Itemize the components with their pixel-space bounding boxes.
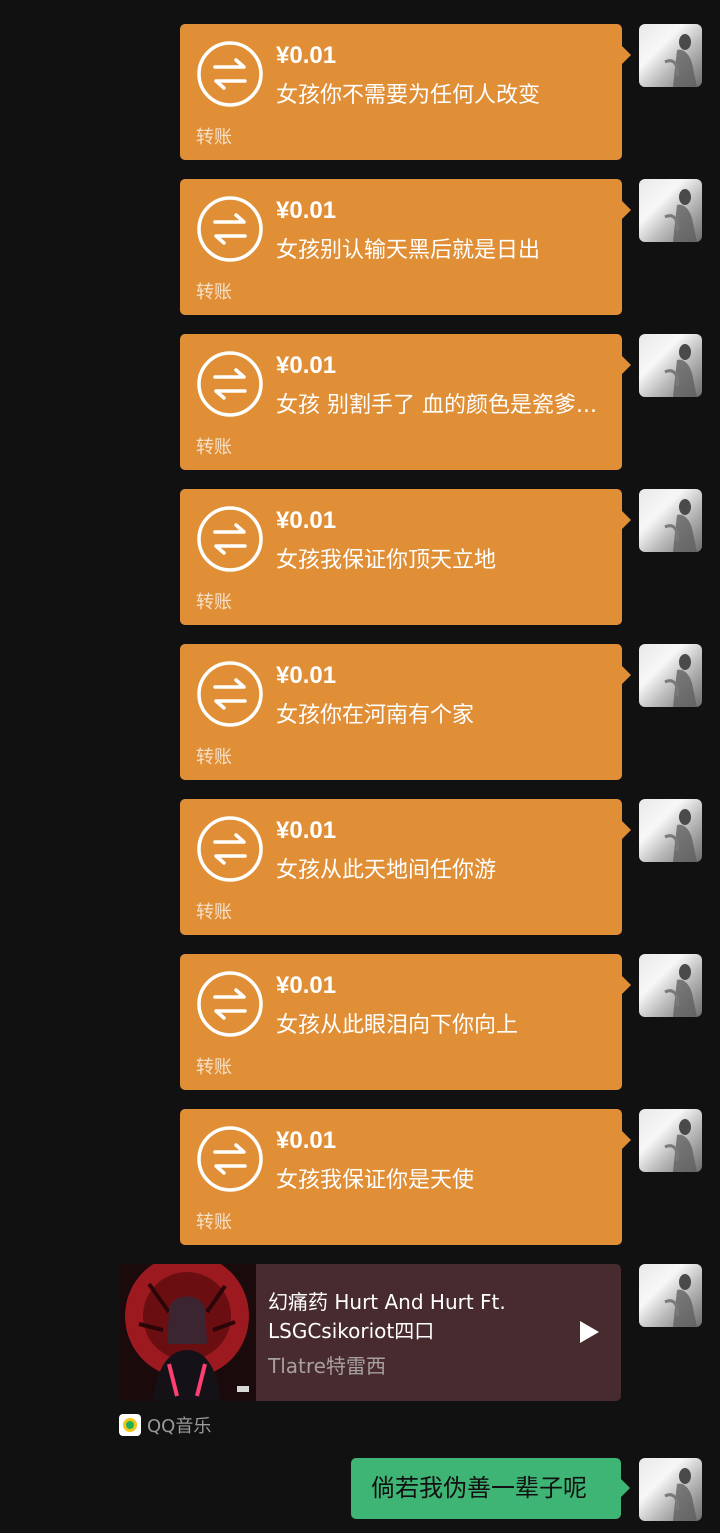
transfer-label: 转账 — [196, 747, 232, 768]
transfer-label: 转账 — [196, 592, 232, 613]
transfer-icon — [197, 351, 263, 417]
transfer-label: 转账 — [196, 127, 232, 148]
avatar-image — [664, 189, 697, 242]
transfer-amount: ¥0.01 — [276, 352, 337, 379]
transfer-message[interactable]: ¥0.01 女孩别认输天黑后就是日出 转账 — [180, 179, 631, 315]
avatar[interactable] — [639, 954, 702, 1017]
transfer-amount: ¥0.01 — [276, 817, 337, 844]
transfer-note: 女孩我保证你是天使 — [276, 1168, 475, 1193]
music-source[interactable]: QQ音乐 — [119, 1412, 211, 1438]
transfer-note: 女孩你在河南有个家 — [276, 703, 475, 728]
transfer-amount: ¥0.01 — [276, 197, 337, 224]
transfer-label: 转账 — [196, 437, 232, 458]
avatar-image — [664, 654, 697, 707]
transfer-label: 转账 — [196, 282, 232, 303]
album-cover — [119, 1264, 256, 1401]
avatar[interactable] — [639, 1458, 702, 1521]
transfer-label: 转账 — [196, 1212, 232, 1233]
music-share-card[interactable]: 幻痛药 Hurt And Hurt Ft. LSGCsikoriot四口 Tla… — [119, 1264, 621, 1401]
avatar[interactable] — [639, 1109, 702, 1172]
transfer-icon — [197, 661, 263, 727]
avatar-image — [664, 1468, 697, 1521]
avatar-image — [664, 1119, 697, 1172]
song-artist: Tlatre特雷西 — [268, 1354, 386, 1378]
transfer-amount: ¥0.01 — [276, 42, 337, 69]
transfer-icon — [197, 971, 263, 1037]
avatar-image — [664, 34, 697, 87]
transfer-message[interactable]: ¥0.01 女孩我保证你是天使 转账 — [180, 1109, 631, 1245]
transfer-icon — [197, 196, 263, 262]
transfer-amount: ¥0.01 — [276, 972, 337, 999]
avatar[interactable] — [639, 334, 702, 397]
transfer-note: 女孩从此眼泪向下你向上 — [276, 1013, 519, 1038]
message-text: 倘若我伪善一辈子呢 — [371, 1474, 587, 1502]
song-title: 幻痛药 Hurt And Hurt Ft. LSGCsikoriot四口 — [268, 1290, 506, 1343]
transfer-note: 女孩 别割手了 血的颜色是瓷爹... — [276, 393, 597, 418]
text-message-bubble[interactable]: 倘若我伪善一辈子呢 — [351, 1458, 630, 1519]
avatar-image — [664, 964, 697, 1017]
transfer-amount: ¥0.01 — [276, 507, 337, 534]
transfer-message[interactable]: ¥0.01 女孩你不需要为任何人改变 转账 — [180, 24, 631, 160]
avatar-image — [664, 809, 697, 862]
transfer-label: 转账 — [196, 902, 232, 923]
transfer-message[interactable]: ¥0.01 女孩我保证你顶天立地 转账 — [180, 489, 631, 625]
transfer-note: 女孩你不需要为任何人改变 — [276, 83, 541, 108]
transfer-icon — [197, 41, 263, 107]
avatar[interactable] — [639, 644, 702, 707]
transfer-note: 女孩别认输天黑后就是日出 — [276, 238, 541, 263]
avatar[interactable] — [639, 24, 702, 87]
avatar[interactable] — [639, 489, 702, 552]
transfer-amount: ¥0.01 — [276, 662, 337, 689]
transfer-icon — [197, 816, 263, 882]
transfer-message[interactable]: ¥0.01 女孩从此天地间任你游 转账 — [180, 799, 631, 935]
transfer-note: 女孩我保证你顶天立地 — [276, 548, 497, 573]
avatar[interactable] — [639, 1264, 702, 1327]
transfer-note: 女孩从此天地间任你游 — [276, 858, 497, 883]
qq-music-icon — [119, 1414, 141, 1436]
transfer-message[interactable]: ¥0.01 女孩从此眼泪向下你向上 转账 — [180, 954, 631, 1090]
avatar-image — [664, 344, 697, 397]
transfer-message[interactable]: ¥0.01 女孩 别割手了 血的颜色是瓷爹... 转账 — [180, 334, 631, 470]
avatar[interactable] — [639, 179, 702, 242]
avatar[interactable] — [639, 799, 702, 862]
transfer-message[interactable]: ¥0.01 女孩你在河南有个家 转账 — [180, 644, 631, 780]
avatar-image — [664, 1274, 697, 1327]
transfer-label: 转账 — [196, 1057, 232, 1078]
transfer-amount: ¥0.01 — [276, 1127, 337, 1154]
avatar-image — [664, 499, 697, 552]
transfer-icon — [197, 506, 263, 572]
play-icon[interactable] — [577, 1319, 601, 1345]
transfer-icon — [197, 1126, 263, 1192]
chat-screen: ¥0.01 女孩你不需要为任何人改变 转账 ¥0.01 女孩别认输天黑后就是日出… — [0, 0, 720, 1533]
source-label: QQ音乐 — [147, 1416, 212, 1437]
